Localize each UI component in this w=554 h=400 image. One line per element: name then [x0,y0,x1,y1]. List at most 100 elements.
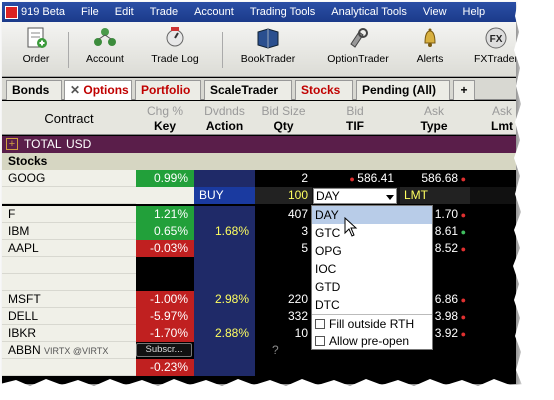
order-type-cell[interactable]: LMT [400,187,470,204]
table-row[interactable]: GOOG 0.99% 2 ● 586.41 586.68 ● [2,170,516,187]
trading-window: 919 Beta File Edit Trade Account Trading… [2,2,516,384]
order-symbol-cell [2,187,136,204]
table-row[interactable]: F 1.21% 407 1.70 ● [2,206,516,223]
tab-pending-all[interactable]: Pending (All) [356,80,450,100]
header-contract[interactable]: Contract [2,111,136,126]
account-button[interactable]: Account [80,26,130,65]
torn-edge-right [513,0,554,400]
fxtrader-icon: FX [485,27,507,49]
menu-edit[interactable]: Edit [107,6,142,18]
header-qty[interactable]: Qty [255,119,312,133]
alerts-label: Alerts [416,53,444,65]
bid-size-cell: 10 [294,326,308,340]
table-row[interactable]: IBM 0.65% 1.68% 3 8.61 ● [2,223,516,240]
tif-option-ioc[interactable]: IOC [312,260,432,278]
symbol-cell [2,257,136,274]
menu-trading-tools[interactable]: Trading Tools [242,6,323,18]
bid-value: 586.41 [357,171,394,185]
table-row[interactable]: AAPL -0.03% 5 8.52 ● [2,240,516,257]
header-bid[interactable]: Bid [312,104,398,118]
header-chg[interactable]: Chg % [136,104,194,118]
header-type[interactable]: Type [398,119,470,133]
chg-cell: 1.21% [136,206,194,223]
menu-help[interactable]: Help [455,6,494,18]
header-dvdnds[interactable]: Dvdnds [194,104,255,118]
tab-portfolio[interactable]: Portfolio [135,80,201,100]
table-row[interactable]: MSFT -1.00% 2.98% 220 6.86 ● [2,291,516,308]
total-label: TOTAL [24,137,62,151]
header-bid-size[interactable]: Bid Size [255,104,312,118]
menu-analytical-tools[interactable]: Analytical Tools [323,6,415,18]
tif-dropdown[interactable]: DAY GTC OPG IOC GTD DTC Fill outside RTH… [311,205,433,350]
symbol-cell: AAPL [2,240,136,257]
order-qty-cell[interactable]: 100 [255,187,312,204]
tif-option-dtc[interactable]: DTC [312,296,432,314]
toolbar: Order Account Trade Log BookTrader Optio… [2,22,516,77]
optiontrader-label: OptionTrader [327,53,389,65]
checkbox-icon[interactable] [315,336,325,346]
optiontrader-icon [350,28,368,48]
tab-scaletrader[interactable]: ScaleTrader [204,80,292,100]
chevron-down-icon[interactable] [386,195,394,200]
symbol-cell [2,274,136,291]
trade-log-button[interactable]: Trade Log [145,26,205,65]
expand-icon[interactable]: + [6,138,18,150]
alerts-button[interactable]: Alerts [410,26,450,65]
order-row[interactable]: BUY 100 DAY LMT [2,187,516,204]
tab-options[interactable]: ✕ Options [64,80,132,100]
order-label: Order [22,53,50,65]
optiontrader-button[interactable]: OptionTrader [318,26,398,65]
bid-cell: ● 586.41 [312,170,398,187]
tick-dot-icon: ● [458,312,466,322]
chg-cell: -1.00% [136,291,194,308]
dvd-cell [194,240,255,257]
account-label: Account [86,53,124,65]
booktrader-button[interactable]: BookTrader [232,26,304,65]
checkbox-icon[interactable] [315,319,325,329]
tif-select[interactable]: DAY [313,188,397,204]
menu-account[interactable]: Account [186,6,242,18]
fill-outside-rth-checkbox[interactable]: Fill outside RTH [315,316,433,332]
header-action[interactable]: Action [194,119,255,133]
empty-row [2,274,516,291]
table-row[interactable]: ABBN VIRTX @VIRTX Subscr... ? [2,342,516,359]
close-icon[interactable]: ✕ [70,83,83,97]
subscribe-button[interactable]: Subscr... [136,343,192,357]
tif-option-opg[interactable]: OPG [312,242,432,260]
tick-dot-icon: ● [458,174,466,184]
tab-bonds[interactable]: Bonds [6,80,62,100]
allow-pre-open-checkbox[interactable]: Allow pre-open [315,333,433,349]
section-header: Stocks [2,153,516,170]
menu-file[interactable]: File [73,6,107,18]
tab-stocks[interactable]: Stocks [295,80,353,100]
tif-option-gtc[interactable]: GTC [312,224,432,242]
order-action-cell[interactable]: BUY [194,187,255,204]
exchange-label: VIRTX @VIRTX [44,346,109,356]
order-icon [27,27,47,48]
table-row[interactable]: IBKR -1.70% 2.88% 10 3.92 ● [2,325,516,342]
header-tif[interactable]: TIF [312,119,398,133]
bid-size-cell: 5 [301,241,308,255]
trade-log-label: Trade Log [151,53,199,65]
svg-text:FX: FX [490,34,503,45]
dvd-cell [194,308,255,325]
tick-dot-icon: ● [458,244,466,254]
add-tab-icon: + [460,83,468,97]
header-ask[interactable]: Ask [398,104,470,118]
ask-value: 3.98 [434,309,459,323]
tif-option-day[interactable]: DAY [312,206,432,224]
add-tab-button[interactable]: + [453,80,475,100]
tick-dot-icon: ● [458,295,466,305]
toolbar-separator [222,32,223,68]
symbol-cell: ABBN VIRTX @VIRTX [2,342,136,359]
menu-trade[interactable]: Trade [142,6,186,18]
tif-option-gtd[interactable]: GTD [312,278,432,296]
tab-bar: Bonds ✕ Options Portfolio ScaleTrader St… [2,78,516,100]
dvd-cell [194,257,255,274]
header-key[interactable]: Key [136,119,194,133]
order-button[interactable]: Order [16,26,56,65]
chg-cell: 0.65% [136,223,194,240]
menu-view[interactable]: View [415,6,455,18]
bid-size-cell: 220 [287,292,308,306]
table-row[interactable]: DELL -5.97% 332 3.98 ● [2,308,516,325]
